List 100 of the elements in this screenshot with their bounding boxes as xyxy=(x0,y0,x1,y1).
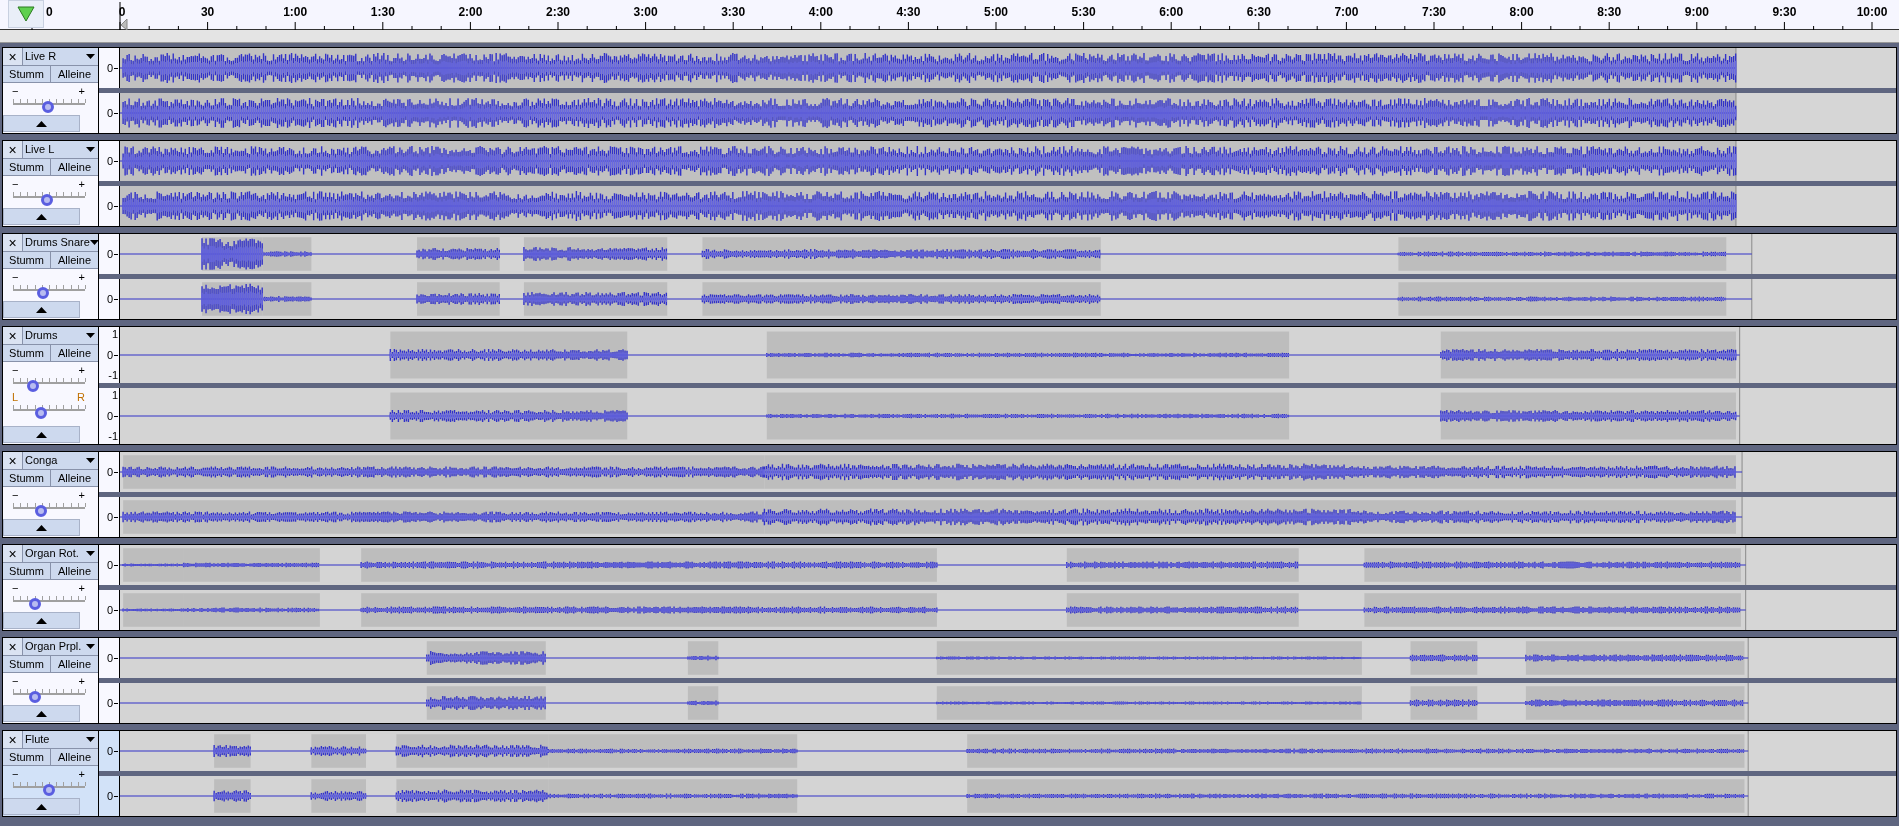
playback-marker-icon xyxy=(120,18,128,30)
slider-min-label: − xyxy=(12,490,19,501)
play-head-button[interactable] xyxy=(8,0,44,28)
close-button[interactable]: × xyxy=(3,545,23,562)
amplitude-label: 0 xyxy=(106,155,113,167)
mute-button[interactable]: Stumm xyxy=(3,563,51,579)
solo-button[interactable]: Alleine xyxy=(51,345,98,361)
tick-mark xyxy=(114,205,118,207)
time-label: 1:30 xyxy=(370,6,395,18)
caret-icon xyxy=(86,737,95,742)
mute-button[interactable]: Stumm xyxy=(3,749,51,765)
tick-mark xyxy=(114,471,118,473)
slider-min-label: − xyxy=(12,86,19,97)
zero-line xyxy=(119,1,121,30)
track-name-menu[interactable]: Conga xyxy=(23,452,98,469)
collapse-button[interactable] xyxy=(3,612,80,629)
tick-mark xyxy=(114,516,118,518)
time-label: 8:00 xyxy=(1509,6,1534,18)
slider-thumb[interactable] xyxy=(27,380,40,392)
slider-thumb[interactable] xyxy=(29,598,42,610)
caret-icon xyxy=(89,240,98,245)
close-button[interactable]: × xyxy=(3,234,23,251)
time-label: 2:30 xyxy=(546,6,570,18)
tick-mark xyxy=(114,298,118,300)
mute-button[interactable]: Stumm xyxy=(3,252,51,268)
amplitude-label: 0 xyxy=(106,511,113,523)
slider-thumb[interactable] xyxy=(40,194,53,206)
solo-button[interactable]: Alleine xyxy=(51,66,98,82)
time-label: 30 xyxy=(200,6,215,18)
tick-mark xyxy=(114,564,118,566)
tick-mark xyxy=(114,609,118,611)
time-label: 6:30 xyxy=(1246,6,1271,18)
mute-button[interactable]: Stumm xyxy=(3,656,51,672)
collapse-button[interactable] xyxy=(3,705,80,722)
collapse-button[interactable] xyxy=(3,798,80,815)
time-label: 9:00 xyxy=(1684,6,1709,18)
close-button[interactable]: × xyxy=(3,327,23,344)
time-label: 5:30 xyxy=(1071,6,1096,18)
amplitude-label: 0 xyxy=(106,697,113,709)
collapse-button[interactable] xyxy=(3,301,80,318)
solo-button[interactable]: Alleine xyxy=(51,656,98,672)
collapse-button[interactable] xyxy=(3,519,80,536)
solo-button[interactable]: Alleine xyxy=(51,563,98,579)
mute-button[interactable]: Stumm xyxy=(3,345,51,361)
collapse-button[interactable] xyxy=(3,115,80,132)
collapse-icon xyxy=(36,524,47,531)
amplitude-label: 1 xyxy=(111,329,118,340)
solo-button[interactable]: Alleine xyxy=(51,749,98,765)
close-button[interactable]: × xyxy=(3,638,23,655)
amplitude-label: 0 xyxy=(106,200,113,212)
collapse-icon xyxy=(36,617,47,624)
caret-icon xyxy=(86,551,95,556)
close-button[interactable]: × xyxy=(3,731,23,748)
collapse-icon xyxy=(36,213,47,220)
slider-thumb[interactable] xyxy=(41,101,54,113)
slider-thumb[interactable] xyxy=(43,784,55,796)
collapse-icon xyxy=(36,803,47,810)
tick-mark xyxy=(114,253,118,255)
time-label: 7:30 xyxy=(1422,6,1446,18)
track-name-menu[interactable]: Drums Snare xyxy=(23,234,98,251)
collapse-icon xyxy=(36,120,47,127)
track-name-menu[interactable]: Organ Rot. xyxy=(23,545,98,562)
time-label: 7:00 xyxy=(1334,6,1359,18)
track-name-menu[interactable]: Live R xyxy=(23,48,98,65)
slider-max-label: + xyxy=(78,272,85,283)
collapse-button[interactable] xyxy=(3,208,80,225)
mute-button[interactable]: Stumm xyxy=(3,159,51,175)
track-name-menu[interactable]: Flute xyxy=(23,731,98,748)
slider-thumb[interactable] xyxy=(37,287,50,299)
track-name-menu[interactable]: Live L xyxy=(23,141,98,158)
solo-button[interactable]: Alleine xyxy=(51,159,98,175)
caret-icon xyxy=(86,644,95,649)
time-label: 6:00 xyxy=(1159,6,1184,18)
solo-button[interactable]: Alleine xyxy=(51,252,98,268)
mute-button[interactable]: Stumm xyxy=(3,66,51,82)
amplitude-label: 0 xyxy=(106,410,113,422)
track-name-menu[interactable]: Drums xyxy=(23,327,98,344)
track-name-menu[interactable]: Organ Prpl. xyxy=(23,638,98,655)
close-button[interactable]: × xyxy=(3,48,23,65)
time-label: 0 xyxy=(118,6,126,18)
solo-button[interactable]: Alleine xyxy=(51,470,98,486)
tick-mark xyxy=(114,750,118,752)
time-label: 10:00 xyxy=(1856,6,1888,18)
tick-mark xyxy=(114,702,118,704)
tick-mark xyxy=(114,354,118,356)
close-button[interactable]: × xyxy=(3,141,23,158)
slider-thumb[interactable] xyxy=(35,407,48,419)
mute-button[interactable]: Stumm xyxy=(3,470,51,486)
slider-thumb[interactable] xyxy=(35,505,48,517)
slider-thumb[interactable] xyxy=(29,691,42,703)
time-label: 0 xyxy=(46,6,53,18)
slider-min-label: − xyxy=(12,769,19,780)
collapse-button[interactable] xyxy=(3,426,80,443)
amplitude-label: 0 xyxy=(106,62,113,74)
caret-icon xyxy=(86,458,95,463)
close-button[interactable]: × xyxy=(3,452,23,469)
amplitude-label: 1 xyxy=(111,390,118,401)
time-label: 9:30 xyxy=(1772,6,1797,18)
slider-max-label: R xyxy=(77,392,85,403)
time-label: 4:30 xyxy=(896,6,921,18)
